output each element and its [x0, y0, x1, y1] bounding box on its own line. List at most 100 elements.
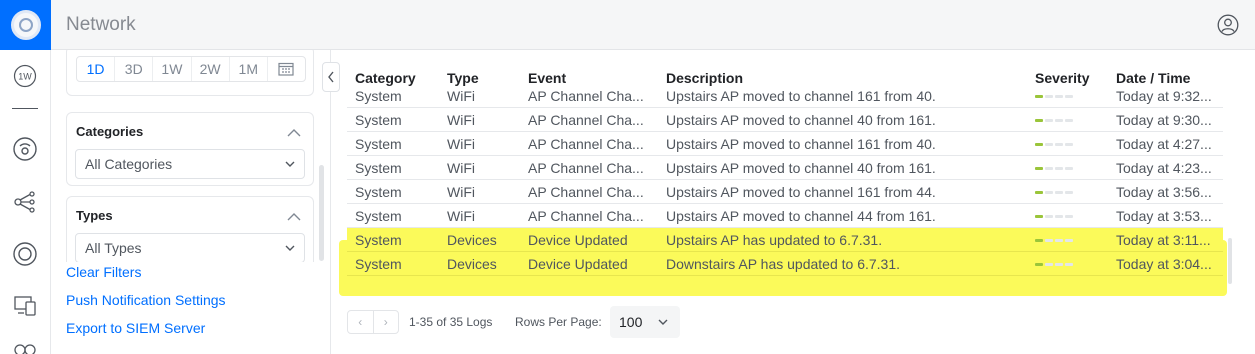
table-header: Category Type Event Description Severity…	[347, 66, 1223, 90]
table-row[interactable]: System WiFi AP Channel Cha... Upstairs AP m…	[347, 90, 1223, 108]
cell-event: AP Channel Cha...	[528, 184, 644, 200]
clear-filters-link[interactable]: Clear Filters	[66, 264, 141, 280]
cell-category: System	[355, 184, 402, 200]
severity-indicator	[1035, 215, 1075, 219]
column-header-type[interactable]: Type	[447, 70, 479, 86]
column-header-event[interactable]: Event	[528, 70, 566, 86]
table-row[interactable]: System WiFi AP Channel Cha... Upstairs AP m…	[347, 204, 1223, 228]
types-select[interactable]: All Types	[75, 233, 305, 263]
next-page-button[interactable]: ›	[374, 311, 399, 333]
severity-bar	[1055, 215, 1063, 218]
severity-bar	[1065, 95, 1073, 98]
severity-bar	[1065, 239, 1073, 242]
cell-type: WiFi	[447, 136, 475, 152]
chevron-up-icon[interactable]	[287, 125, 301, 137]
cell-event: AP Channel Cha...	[528, 136, 644, 152]
table-row[interactable]: System WiFi AP Channel Cha... Upstairs AP m…	[347, 108, 1223, 132]
severity-indicator	[1035, 167, 1075, 171]
categories-select[interactable]: All Categories	[75, 149, 305, 179]
chevron-up-icon[interactable]	[287, 209, 301, 221]
severity-bar	[1035, 143, 1043, 146]
prev-page-button[interactable]: ‹	[348, 311, 374, 333]
column-header-description[interactable]: Description	[666, 70, 743, 86]
collapse-panel-button[interactable]	[322, 62, 340, 92]
table-scrollbar[interactable]	[1228, 238, 1232, 284]
severity-indicator	[1035, 239, 1075, 243]
column-header-category[interactable]: Category	[355, 70, 416, 86]
table-row[interactable]: System WiFi AP Channel Cha... Upstairs AP m…	[347, 132, 1223, 156]
cell-type: WiFi	[447, 160, 475, 176]
table-row[interactable]: System Devices Device Updated Downstairs AP…	[347, 252, 1223, 276]
cell-type: Devices	[447, 256, 497, 272]
cell-description: Downstairs AP has updated to 6.7.31.	[666, 256, 901, 272]
time-range-selector: 1D 3D 1W 2W 1M	[76, 56, 306, 82]
insights-icon[interactable]	[12, 340, 38, 354]
panel-scrollbar[interactable]	[319, 165, 324, 261]
cell-type: WiFi	[447, 208, 475, 224]
pagination-arrows: ‹ ›	[347, 310, 399, 334]
range-1m-button[interactable]: 1M	[230, 57, 268, 81]
rows-per-page-select[interactable]: 100	[610, 306, 680, 338]
severity-bar	[1045, 263, 1053, 266]
severity-indicator	[1035, 119, 1075, 123]
rail-divider	[12, 108, 38, 109]
top-header: Network	[51, 0, 1255, 50]
cell-datetime: Today at 3:11...	[1116, 232, 1211, 248]
topology-icon[interactable]	[12, 189, 38, 215]
cell-description: Upstairs AP moved to channel 161 from 44…	[666, 184, 936, 200]
cell-description: Upstairs AP has updated to 6.7.31.	[666, 232, 883, 248]
categories-select-value: All Categories	[85, 156, 173, 172]
svg-text:1W: 1W	[18, 72, 32, 82]
cell-event: AP Channel Cha...	[528, 112, 644, 128]
export-to-siem-link[interactable]: Export to SIEM Server	[66, 320, 205, 336]
severity-bar	[1055, 191, 1063, 194]
cell-datetime: Today at 3:04...	[1116, 256, 1212, 272]
push-notification-settings-link[interactable]: Push Notification Settings	[66, 292, 226, 308]
wifi-experience-icon[interactable]: 1W	[12, 63, 38, 89]
severity-bar	[1035, 191, 1043, 194]
severity-bar	[1035, 95, 1043, 98]
severity-bar	[1045, 215, 1053, 218]
range-2w-button[interactable]: 2W	[192, 57, 230, 81]
severity-bar	[1035, 167, 1043, 170]
chevron-down-icon	[285, 161, 295, 167]
table-row[interactable]: System Devices Device Updated Upstairs AP h…	[347, 228, 1223, 252]
severity-indicator	[1035, 263, 1075, 267]
cell-category: System	[355, 160, 402, 176]
cell-description: Upstairs AP moved to channel 40 from 161…	[666, 160, 936, 176]
severity-bar	[1065, 167, 1073, 170]
chevron-down-icon	[285, 245, 295, 251]
severity-bar	[1045, 119, 1053, 122]
severity-bar	[1045, 167, 1053, 170]
types-card: Types All Types	[66, 196, 314, 270]
log-count: 1-35 of 35 Logs	[409, 315, 493, 329]
range-1w-button[interactable]: 1W	[153, 57, 192, 81]
unifi-devices-icon[interactable]	[12, 241, 38, 267]
user-account-icon[interactable]	[1217, 14, 1239, 36]
cell-category: System	[355, 232, 402, 248]
column-header-datetime[interactable]: Date / Time	[1116, 70, 1190, 86]
table-row[interactable]: System WiFi AP Channel Cha... Upstairs AP m…	[347, 180, 1223, 204]
table-row[interactable]: System WiFi AP Channel Cha... Upstairs AP m…	[347, 156, 1223, 180]
gateway-icon[interactable]	[12, 136, 38, 162]
cell-category: System	[355, 256, 402, 272]
unifi-logo-icon[interactable]	[0, 0, 51, 50]
severity-indicator	[1035, 191, 1075, 195]
range-1d-button[interactable]: 1D	[77, 57, 116, 81]
severity-bar	[1065, 119, 1073, 122]
severity-bar	[1035, 263, 1043, 266]
icon-rail: 1W	[0, 0, 51, 354]
categories-card: Categories All Categories	[66, 112, 314, 186]
client-devices-icon[interactable]	[12, 292, 38, 318]
severity-bar	[1065, 215, 1073, 218]
range-3d-button[interactable]: 3D	[115, 57, 154, 81]
cell-datetime: Today at 3:53...	[1116, 208, 1212, 224]
app-title: Network	[66, 14, 136, 35]
calendar-icon[interactable]	[268, 57, 305, 81]
cell-datetime: Today at 4:27...	[1116, 136, 1212, 152]
cell-category: System	[355, 90, 402, 104]
column-header-severity[interactable]: Severity	[1035, 70, 1089, 86]
cell-datetime: Today at 9:32...	[1116, 90, 1212, 104]
cell-category: System	[355, 208, 402, 224]
cell-event: Device Updated	[528, 232, 628, 248]
